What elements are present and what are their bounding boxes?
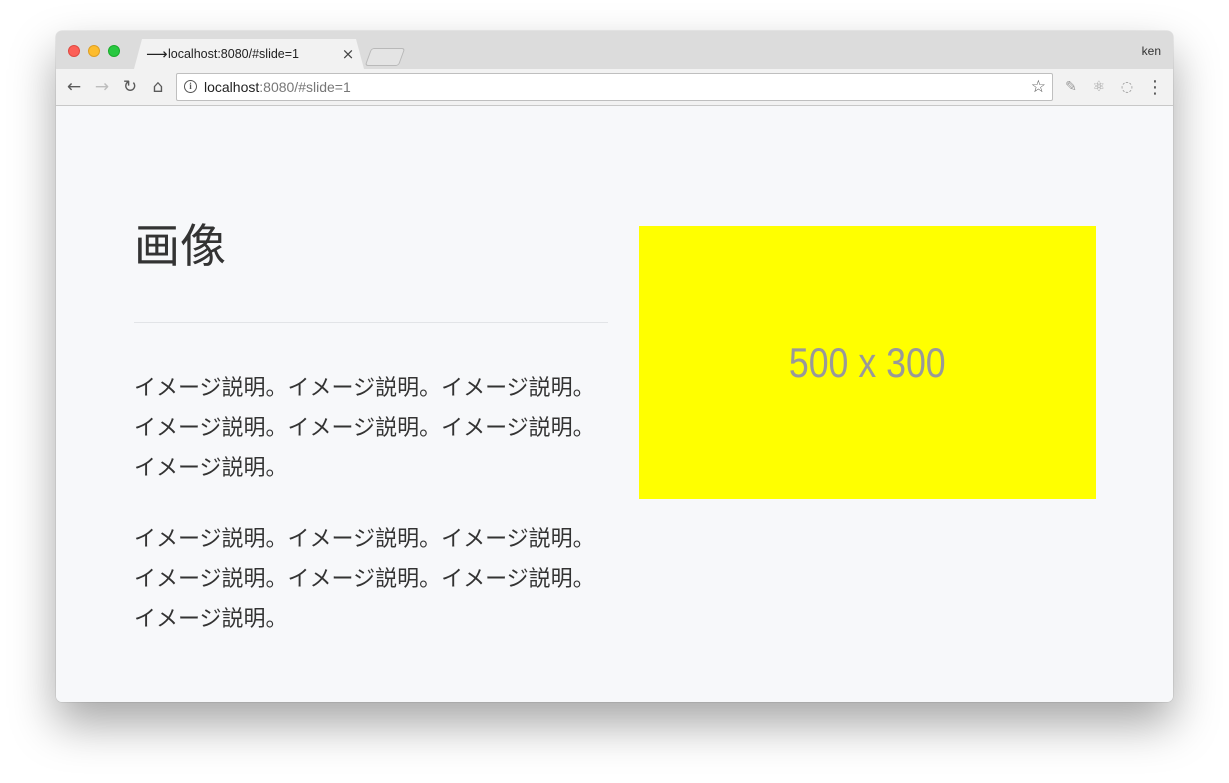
menu-icon[interactable]: ⋮: [1145, 77, 1165, 98]
heading-divider: [134, 322, 608, 323]
forward-icon[interactable]: →: [92, 77, 112, 97]
extension-circle-icon[interactable]: ◌: [1118, 78, 1136, 96]
zoom-window-button[interactable]: [108, 45, 120, 57]
placeholder-image-label: 500 x 300: [789, 338, 946, 386]
address-bar[interactable]: i localhost:8080/#slide=1 ☆: [176, 73, 1053, 101]
extension-pen-icon[interactable]: ✎: [1062, 78, 1080, 96]
extension-react-icon[interactable]: ⚛: [1090, 78, 1108, 96]
description-paragraph: イメージ説明。イメージ説明。イメージ説明。イメージ説明。イメージ説明。イメージ説…: [134, 527, 595, 632]
info-icon[interactable]: i: [184, 80, 197, 93]
close-window-button[interactable]: [68, 45, 80, 57]
tab-active[interactable]: ⟶ localhost:8080/#slide=1 ×: [134, 39, 364, 69]
arrow-favicon-icon: ⟶: [146, 45, 168, 63]
browser-toolbar: ← → ↻ ⌂ i localhost:8080/#slide=1 ☆ ✎ ⚛ …: [56, 69, 1173, 106]
browser-window: ⟶ localhost:8080/#slide=1 × ken ← → ↻ ⌂ …: [56, 31, 1173, 702]
reload-icon[interactable]: ↻: [120, 77, 140, 97]
close-tab-icon[interactable]: ×: [340, 45, 356, 63]
bookmark-star-icon[interactable]: ☆: [1031, 77, 1046, 97]
profile-name[interactable]: ken: [1142, 44, 1161, 58]
minimize-window-button[interactable]: [88, 45, 100, 57]
placeholder-image: 500 x 300: [639, 226, 1096, 499]
url-text[interactable]: localhost:8080/#slide=1: [204, 79, 351, 95]
slide-heading: 画像: [134, 219, 226, 273]
description-paragraph: イメージ説明。イメージ説明。イメージ説明。イメージ説明。イメージ説明。イメージ説…: [134, 376, 595, 481]
window-controls: [68, 45, 120, 57]
new-tab-button[interactable]: [364, 48, 406, 66]
back-icon[interactable]: ←: [64, 77, 84, 97]
slide-content: 画像 イメージ説明。イメージ説明。イメージ説明。イメージ説明。イメージ説明。イメ…: [56, 106, 1173, 702]
home-icon[interactable]: ⌂: [148, 77, 168, 97]
tab-strip: ⟶ localhost:8080/#slide=1 × ken: [56, 31, 1173, 69]
tab-title: localhost:8080/#slide=1: [168, 47, 299, 61]
